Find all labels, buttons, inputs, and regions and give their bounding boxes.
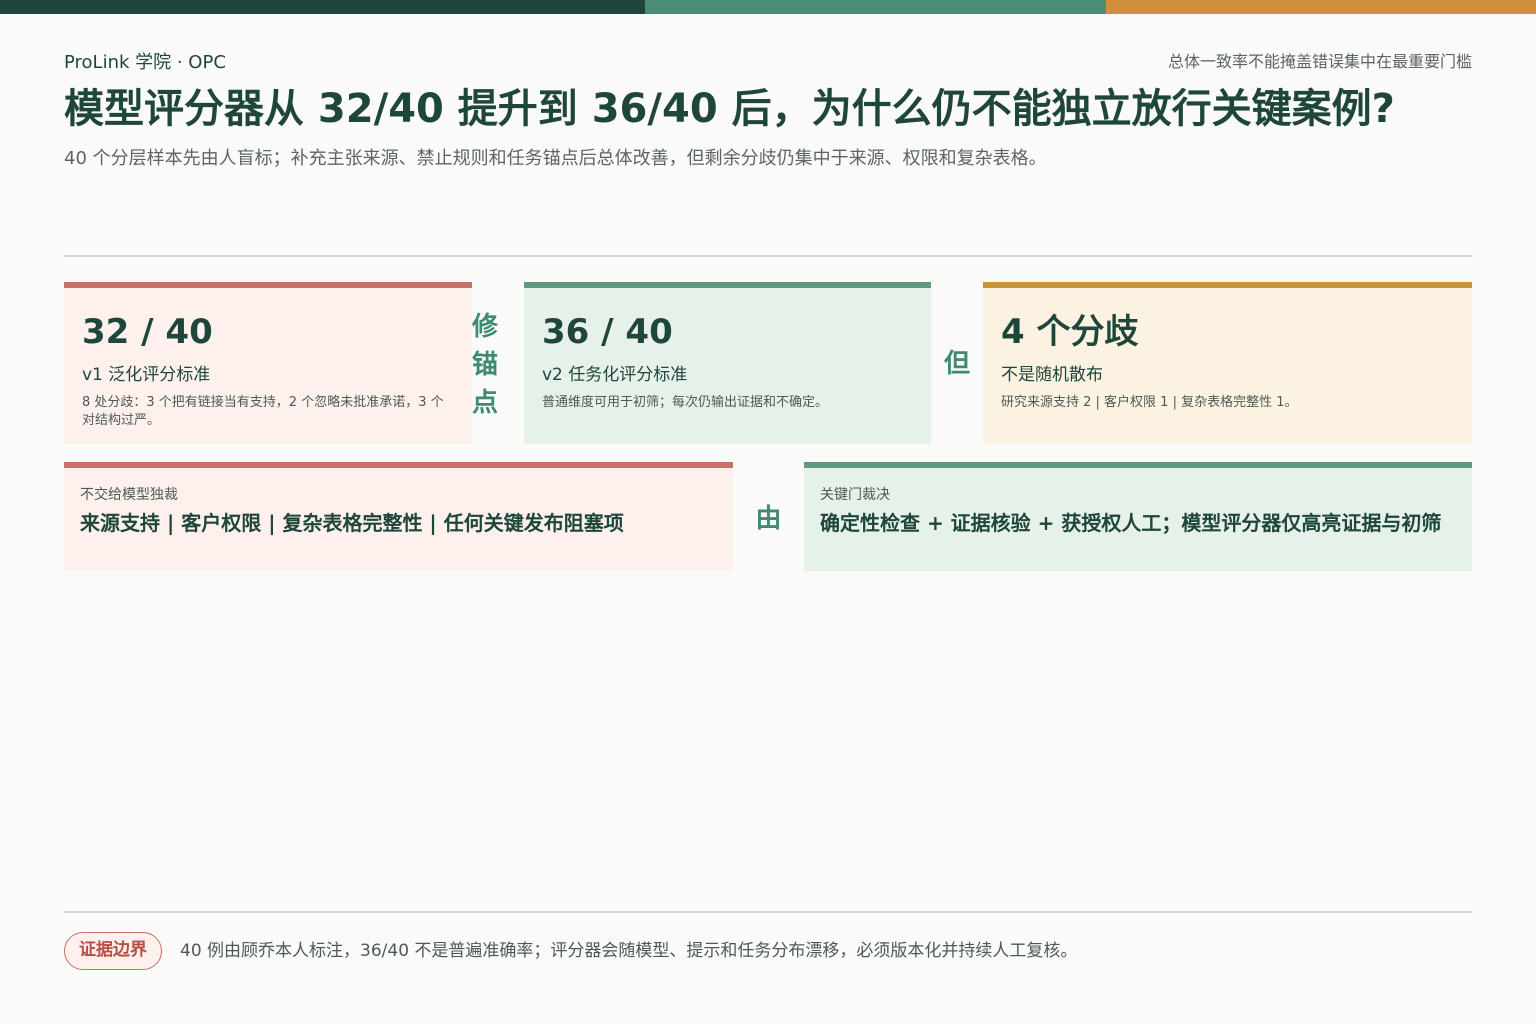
card-disagreements-label: 不是随机散布 (1001, 365, 1103, 385)
brand-label: ProLink 学院 · OPC (64, 52, 226, 73)
tagline: 总体一致率不能掩盖错误集中在最重要门槛 (1167, 52, 1472, 71)
card-v1-score-note: 8 处分歧：3 个把有链接当有支持，2 个忽略未批准承诺，3 个对结构过严。 (82, 395, 444, 428)
panel-key-gate-title: 关键门裁决 (820, 487, 890, 503)
top-bar-segment-orange (1106, 0, 1536, 14)
panel-not-delegated-body: 来源支持 | 客户权限 | 复杂表格完整性 | 任何关键发布阻塞项 (80, 511, 624, 535)
top-bar-segment-dark (0, 0, 645, 14)
card-v2-score-value: 36 / 40 (542, 312, 673, 352)
panel-not-delegated: 不交给模型独裁 来源支持 | 客户权限 | 复杂表格完整性 | 任何关键发布阻塞… (64, 462, 733, 571)
footer-note: 40 例由顾乔本人标注，36/40 不是普遍准确率；评分器会随模型、提示和任务分… (180, 941, 1078, 961)
card-disagreements-value: 4 个分歧 (1001, 312, 1139, 352)
card-v2-score-label: v2 任务化评分标准 (542, 365, 688, 385)
panel-key-gate: 关键门裁决 确定性检查 + 证据核验 + 获授权人工；模型评分器仅高亮证据与初筛 (804, 462, 1472, 571)
header-divider (64, 255, 1472, 257)
card-v1-score-label: v1 泛化评分标准 (82, 365, 211, 385)
card-v2-score: 36 / 40 v2 任务化评分标准 普通维度可用于初筛；每次仍输出证据和不确定… (524, 282, 931, 444)
connector-but: 但 (943, 349, 970, 379)
panel-key-gate-body: 确定性检查 + 证据核验 + 获授权人工；模型评分器仅高亮证据与初筛 (820, 511, 1442, 535)
connector-by: 由 (755, 504, 782, 534)
card-v1-score: 32 / 40 v1 泛化评分标准 8 处分歧：3 个把有链接当有支持，2 个忽… (64, 282, 472, 444)
page-subtitle: 40 个分层样本先由人盲标；补充主张来源、禁止规则和任务锚点后总体改善，但剩余分… (64, 148, 1047, 169)
top-color-bar (0, 0, 1536, 14)
card-v1-score-value: 32 / 40 (82, 312, 213, 352)
top-bar-segment-green (645, 0, 1106, 14)
page-title: 模型评分器从 32/40 提升到 36/40 后，为什么仍不能独立放行关键案例? (64, 86, 1395, 132)
connector-fix-anchor: 修锚点 (472, 312, 499, 418)
card-v2-score-note: 普通维度可用于初筛；每次仍输出证据和不确定。 (542, 395, 829, 410)
evidence-boundary-badge: 证据边界 (64, 932, 162, 970)
card-disagreements: 4 个分歧 不是随机散布 研究来源支持 2 | 客户权限 1 | 复杂表格完整性… (983, 282, 1472, 444)
panel-not-delegated-title: 不交给模型独裁 (80, 487, 178, 503)
card-disagreements-note: 研究来源支持 2 | 客户权限 1 | 复杂表格完整性 1。 (1001, 395, 1298, 410)
footer-divider (64, 911, 1472, 913)
